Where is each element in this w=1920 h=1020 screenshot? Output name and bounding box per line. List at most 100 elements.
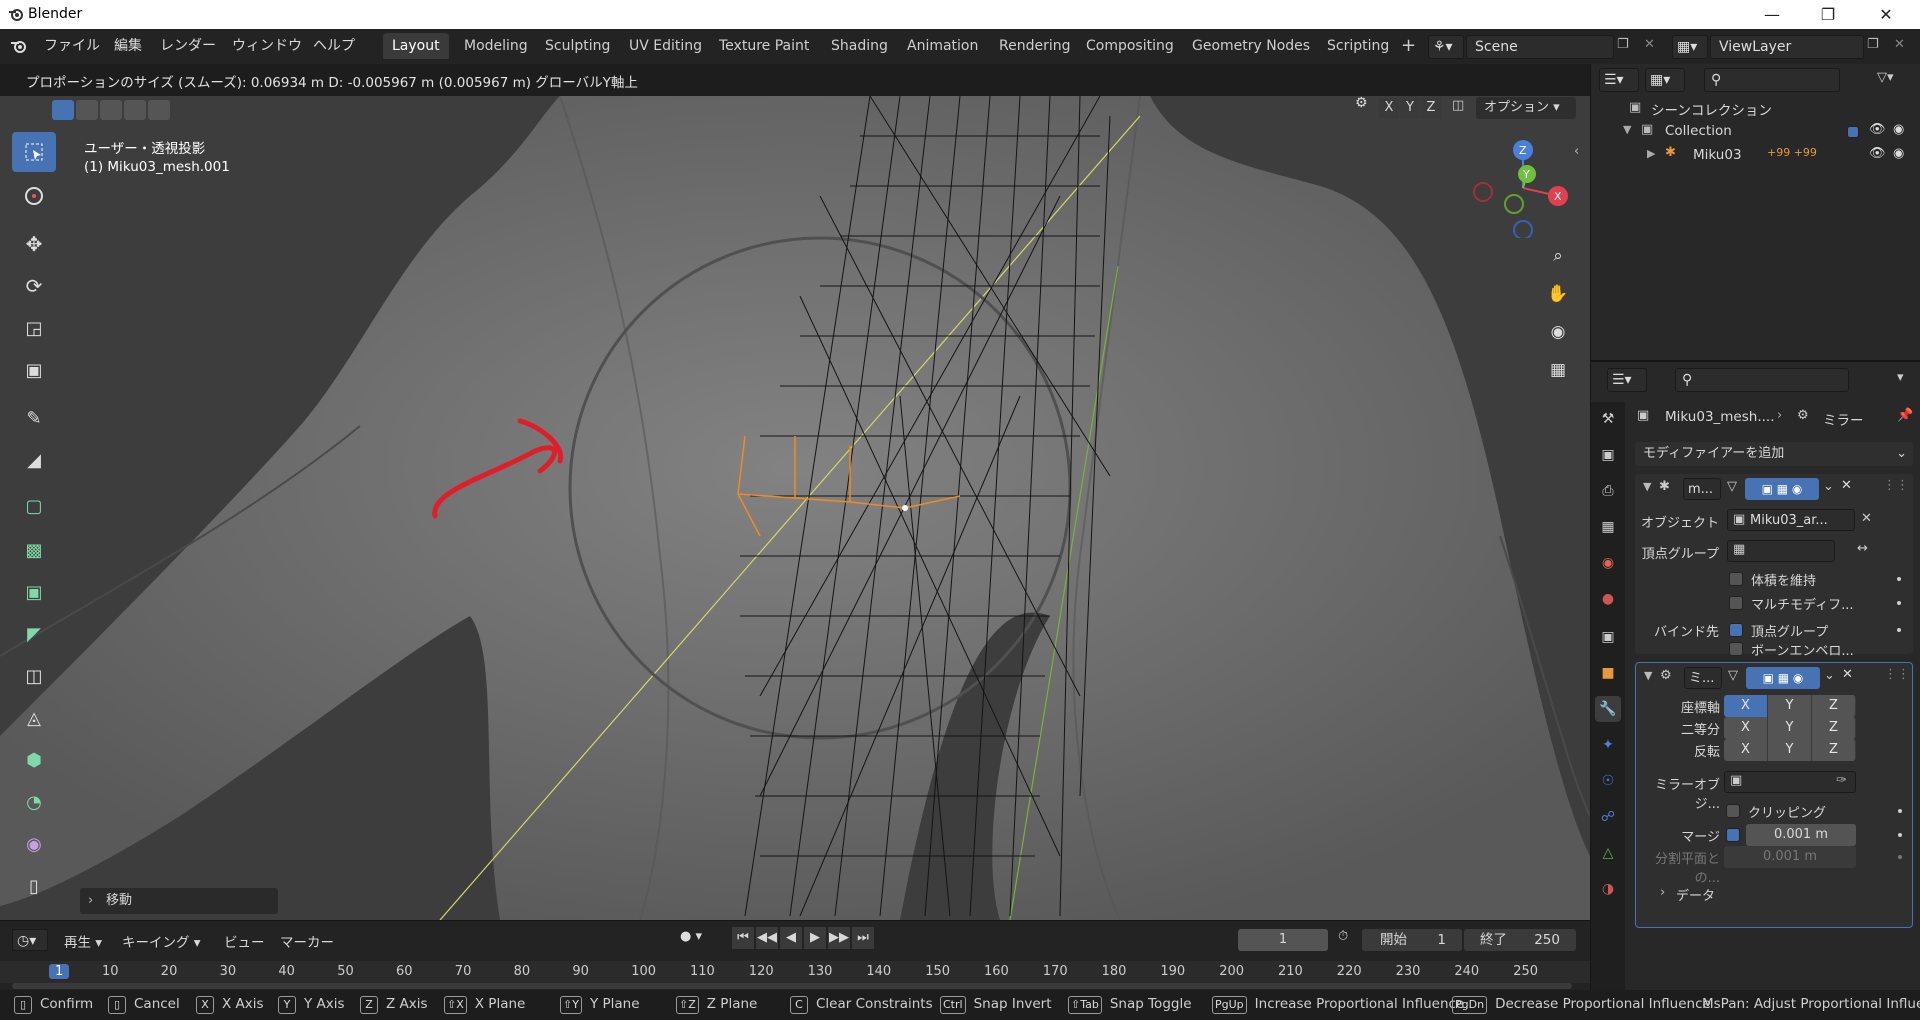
new-viewlayer-icon[interactable]: ❐ xyxy=(1867,37,1879,52)
keyframe-dot[interactable] xyxy=(1897,601,1901,605)
remove-modifier-icon[interactable]: ✕ xyxy=(1842,667,1853,682)
keyframe-dot[interactable] xyxy=(1897,628,1901,632)
stopwatch-icon[interactable]: ⏱ xyxy=(1338,929,1348,944)
visibility-toggles[interactable]: ▣ ▦ ◉ xyxy=(1745,478,1819,500)
last-operator-panel[interactable]: › 移動 xyxy=(80,888,278,914)
object-visibility-icon[interactable]: 👁 xyxy=(1869,146,1886,161)
data-subpanel-chevron-icon[interactable]: › xyxy=(1660,885,1665,900)
select-box-tool-icon[interactable] xyxy=(12,132,56,172)
axis-y-button[interactable]: Y xyxy=(1768,695,1812,717)
viewport-scene[interactable] xyxy=(0,96,1590,920)
editor-type-icon[interactable]: ☰▾ xyxy=(1599,68,1639,92)
clear-object-icon[interactable]: ✕ xyxy=(1861,511,1872,526)
multi-modifier-checkbox[interactable] xyxy=(1729,596,1743,610)
filter-icon[interactable]: ▽▾ xyxy=(1877,70,1894,85)
tab-layout[interactable]: Layout xyxy=(383,33,449,59)
axis-z-toggle[interactable]: Z xyxy=(1421,98,1441,118)
scene-selector-icon[interactable]: ⚘▾ xyxy=(1428,35,1464,59)
display-mode-icon[interactable]: ▦▾ xyxy=(1645,68,1685,92)
end-frame-field[interactable]: 終了 250 xyxy=(1464,929,1576,951)
navigation-gizmo[interactable]: Z X Y xyxy=(1466,138,1576,238)
timeline-editor-type-icon[interactable]: ◷▾ xyxy=(12,929,48,951)
select-mode-extend-icon[interactable] xyxy=(76,100,98,120)
smooth-tool-icon[interactable]: ◉ xyxy=(12,824,56,864)
tab-animation[interactable]: Animation xyxy=(898,33,987,59)
merge-distance-field[interactable]: 0.001 m xyxy=(1746,824,1856,846)
remove-scene-icon[interactable]: ✕ xyxy=(1644,37,1655,52)
menu-edit[interactable]: 編集 xyxy=(106,35,150,57)
world-tab-icon[interactable]: ● xyxy=(1595,586,1621,612)
collection-expand-icon[interactable]: ▼ xyxy=(1623,123,1631,136)
bisect-x-button[interactable]: X xyxy=(1724,717,1768,739)
object-label[interactable]: Miku03 xyxy=(1693,147,1742,163)
bevel-tool-icon[interactable]: ◤ xyxy=(12,614,56,654)
eyedropper-icon[interactable]: ✑ xyxy=(1836,773,1847,788)
invert-vertex-group-icon[interactable]: ↔ xyxy=(1857,541,1868,556)
armature-object-field[interactable]: Miku03_ar... xyxy=(1727,509,1855,531)
cursor-tool-icon[interactable] xyxy=(12,176,56,216)
3d-viewport[interactable]: ⚙ X Y Z ◫ オプション ▾ ユーザー・透視投影 (1) Miku03_m… xyxy=(0,96,1590,920)
modifier-menu-icon[interactable]: ⌄ xyxy=(1823,479,1834,494)
tab-geometry-nodes[interactable]: Geometry Nodes xyxy=(1183,33,1319,59)
viewlayer-selector-icon[interactable]: ▦▾ xyxy=(1672,35,1708,59)
extrude-tool-icon[interactable]: ▩ xyxy=(12,530,56,570)
view-menu[interactable]: ビュー xyxy=(224,931,265,951)
play-reverse-icon[interactable]: ◀ xyxy=(780,927,802,949)
jump-start-icon[interactable]: ⏮ xyxy=(732,927,754,949)
keyframe-dot[interactable] xyxy=(1898,809,1902,813)
remove-modifier-icon[interactable]: ✕ xyxy=(1841,478,1852,493)
object-tab-icon[interactable]: ■ xyxy=(1595,660,1621,686)
render-tab-icon[interactable]: ▣ xyxy=(1595,442,1621,468)
mirror-modifier-name[interactable]: ミ... xyxy=(1684,667,1722,689)
menu-window[interactable]: ウィンドウ xyxy=(224,35,310,57)
clipping-checkbox[interactable] xyxy=(1726,804,1740,818)
data-subpanel-label[interactable]: データ xyxy=(1676,885,1715,904)
add-cube-tool-icon[interactable]: ▢ xyxy=(12,486,56,526)
rotate-tool-icon[interactable]: ⟳ xyxy=(12,266,56,306)
particles-tab-icon[interactable]: ✦ xyxy=(1595,732,1621,758)
panel-collapse-icon[interactable]: ▼ xyxy=(1644,669,1652,682)
play-icon[interactable]: ▶ xyxy=(804,927,826,949)
scene-collection-label[interactable]: シーンコレクション xyxy=(1651,99,1772,119)
edit-mode-toggle-icon[interactable]: ▽ xyxy=(1727,479,1737,494)
add-workspace-icon[interactable]: + xyxy=(1401,35,1416,56)
select-mode-new-icon[interactable] xyxy=(52,100,74,120)
axis-x-button[interactable]: X xyxy=(1724,695,1768,717)
tab-modeling[interactable]: Modeling xyxy=(455,33,537,59)
merge-checkbox[interactable] xyxy=(1726,828,1740,842)
menu-render[interactable]: レンダー xyxy=(152,35,224,57)
props-editor-type-icon[interactable]: ☰▾ xyxy=(1607,368,1647,392)
mirror-axis-icon[interactable]: ⚙ xyxy=(1355,96,1368,111)
view-layer-tab-icon[interactable]: ▦ xyxy=(1595,514,1621,540)
outliner-search-input[interactable]: ⚲ xyxy=(1704,68,1840,92)
data-tab-icon[interactable]: △ xyxy=(1595,840,1621,866)
modifier-menu-icon[interactable]: ⌄ xyxy=(1824,668,1835,683)
start-frame-field[interactable]: 開始 1 xyxy=(1362,929,1462,951)
flip-y-button[interactable]: Y xyxy=(1768,739,1812,761)
edit-mode-toggle-icon[interactable]: ▽ xyxy=(1728,668,1738,683)
keying-menu[interactable]: キーイング ▾ xyxy=(122,931,201,951)
minimize-button[interactable]: — xyxy=(1744,0,1800,29)
modifier-tab-icon[interactable]: 🔧 xyxy=(1595,696,1621,722)
axis-y-toggle[interactable]: Y xyxy=(1400,98,1420,118)
viewlayer-field[interactable]: ViewLayer xyxy=(1710,35,1864,59)
perspective-toggle-icon[interactable]: ▦ xyxy=(1541,353,1575,387)
panel-collapse-icon[interactable]: ▼ xyxy=(1643,480,1651,493)
keyframe-dot[interactable] xyxy=(1898,833,1902,837)
new-scene-icon[interactable]: ❐ xyxy=(1617,37,1629,52)
loop-cut-tool-icon[interactable]: ◫ xyxy=(12,656,56,696)
current-frame-field[interactable]: 1 xyxy=(1238,929,1328,951)
next-keyframe-icon[interactable]: ▶▶ xyxy=(828,927,850,949)
keyframe-dot[interactable] xyxy=(1897,577,1901,581)
menu-file[interactable]: ファイル xyxy=(36,35,108,57)
output-tab-icon[interactable]: ⎙ xyxy=(1595,478,1621,504)
object-render-icon[interactable]: ◉ xyxy=(1893,146,1904,161)
flip-x-button[interactable]: X xyxy=(1724,739,1768,761)
physics-tab-icon[interactable]: ☉ xyxy=(1595,768,1621,794)
collection-tab-icon[interactable]: ▣ xyxy=(1595,624,1621,650)
scene-tab-icon[interactable]: ◉ xyxy=(1595,550,1621,576)
bisect-z-button[interactable]: Z xyxy=(1812,717,1856,739)
object-expand-icon[interactable]: ▶ xyxy=(1647,147,1655,160)
remove-viewlayer-icon[interactable]: ✕ xyxy=(1894,37,1905,52)
sidebar-toggle-icon[interactable]: ‹ xyxy=(1574,144,1579,159)
